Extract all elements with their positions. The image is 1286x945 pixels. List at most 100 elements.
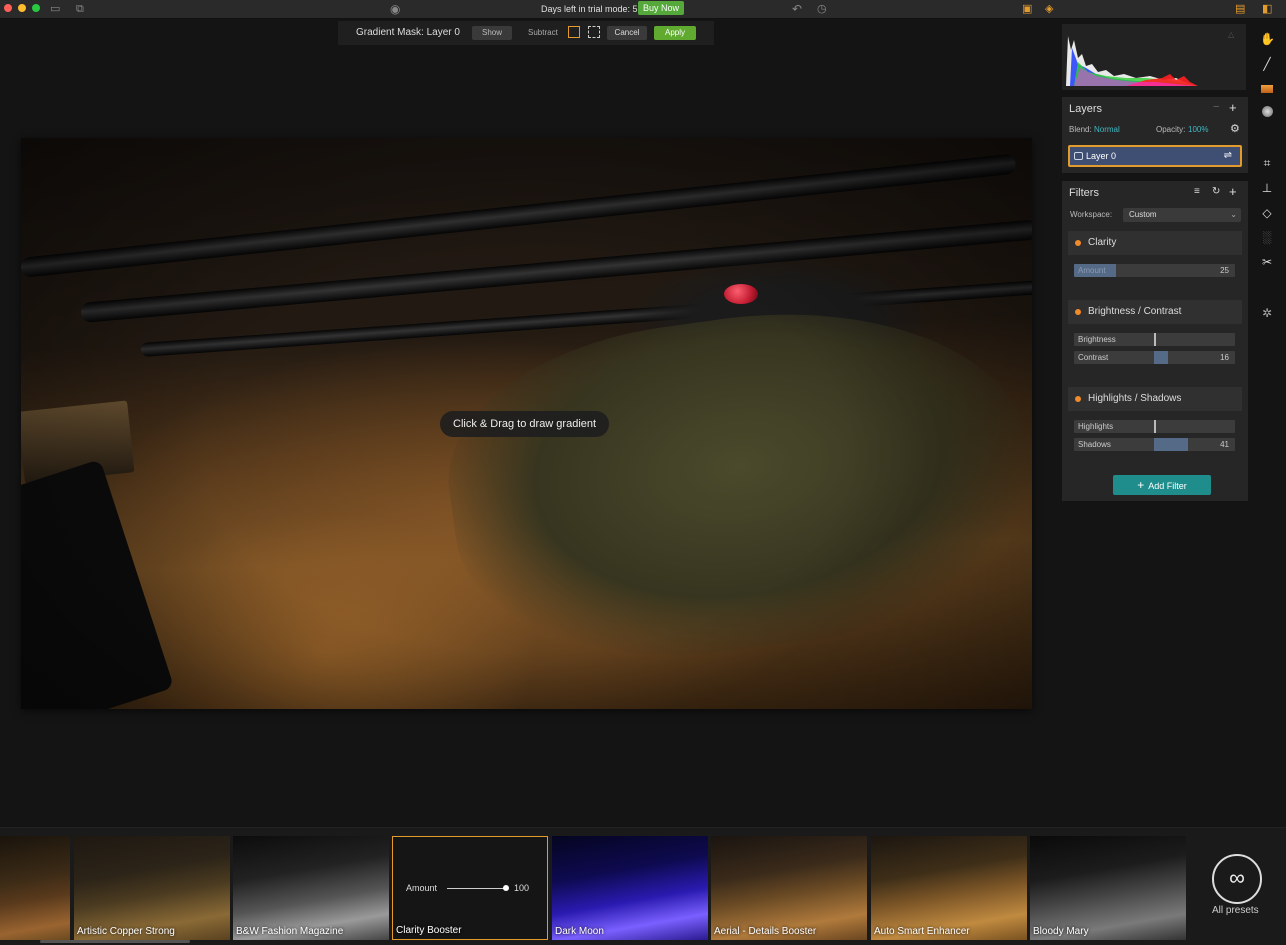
radial-tool-icon[interactable] [1260,106,1274,120]
preset-thumbnail-selected[interactable]: Amount 100 Clarity Booster [392,836,548,940]
subtract-label: Subtract [528,28,558,37]
visibility-eye-icon[interactable] [1074,152,1083,160]
highlights-slider[interactable]: Highlights [1074,420,1235,433]
slider-value: 25 [1220,266,1229,275]
add-filter-label: Add Filter [1148,481,1187,491]
brightness-slider[interactable]: Brightness [1074,333,1235,346]
subtract-mode-icon[interactable] [568,26,580,38]
show-button[interactable]: Show [472,26,512,40]
clipping-warning-icon[interactable]: △ [1228,30,1234,39]
presets-strip: Artistic Copper Strong B&W Fashion Magaz… [0,827,1286,945]
close-icon[interactable] [4,4,12,12]
amount-slider[interactable]: Amount 25 [1074,264,1235,277]
presets-scrollbar[interactable] [40,940,190,943]
workspace-value: Custom [1129,210,1157,219]
slider-label: Brightness [1078,335,1116,344]
undo-icon[interactable]: ↶ [792,3,802,15]
trial-text: Days left in trial mode: 5 [541,4,638,14]
amount-value: 100 [514,883,530,893]
filter-name: Clarity [1088,237,1117,248]
opacity-value[interactable]: 100% [1188,125,1208,134]
texture-tool-icon[interactable]: ░ [1260,230,1274,244]
plus-icon: + [1137,478,1145,492]
all-presets-button[interactable]: ∞ [1212,854,1262,904]
preset-thumbnail[interactable]: Artistic Copper Strong [74,836,230,940]
preset-thumbnail[interactable]: Aerial - Details Booster [711,836,867,940]
mask-adjust-icon[interactable]: ⇌ [1224,150,1232,161]
layer-row[interactable]: Layer 0 ⇌ [1068,145,1242,167]
gear-icon[interactable]: ⚙ [1230,122,1240,135]
open-folder-icon[interactable]: ▭ [50,3,60,15]
preset-thumbnail[interactable] [0,836,70,940]
workspace-label: Workspace: [1070,210,1113,219]
slider-fill [1154,351,1168,364]
filter-enable-dot[interactable] [1075,396,1081,402]
slider-value: 41 [1220,440,1229,449]
cancel-button[interactable]: Cancel [607,26,647,40]
eraser-tool-icon[interactable]: ◇ [1260,206,1274,220]
filters-title: Filters [1069,187,1099,199]
shadows-slider[interactable]: Shadows 41 [1074,438,1235,451]
blend-mode-select[interactable]: Normal [1094,125,1120,134]
gradient-mask-toolbar: Gradient Mask: Layer 0 Show Subtract Can… [338,21,714,45]
slider-handle[interactable] [1154,333,1156,346]
preset-thumbnail[interactable]: Auto Smart Enhancer [871,836,1027,940]
preset-name: Bloody Mary [1033,926,1089,937]
preset-thumbnail[interactable]: B&W Fashion Magazine [233,836,389,940]
add-filter-icon[interactable]: + [1229,184,1237,199]
zoom-icon[interactable] [32,4,40,12]
workspace-select[interactable]: Custom ⌄ [1123,208,1241,222]
filter-list-icon[interactable]: ≡ [1194,186,1200,197]
subtract-dashed-icon[interactable] [588,26,600,38]
filter-brightness-contrast-header[interactable]: Brightness / Contrast [1068,300,1242,324]
preset-thumbnail[interactable]: Dark Moon [552,836,708,940]
buy-now-button[interactable]: Buy Now [638,1,685,15]
extension-icon[interactable]: ✲ [1260,306,1274,320]
add-layer-icon[interactable]: + [1229,100,1237,115]
layout-icon[interactable]: ▤ [1235,3,1245,15]
filter-highlights-shadows-header[interactable]: Highlights / Shadows [1068,387,1242,411]
filter-enable-dot[interactable] [1075,309,1081,315]
slider-label: Shadows [1078,440,1111,449]
hand-tool-icon[interactable]: ✋ [1260,32,1275,46]
clone-stamp-icon[interactable]: ⊥ [1260,181,1274,195]
amount-slider[interactable] [447,888,507,889]
slider-label: Contrast [1078,353,1109,362]
gradient-tool-icon[interactable] [1260,82,1274,96]
image-icon[interactable]: ▣ [1022,3,1032,15]
preset-name: Auto Smart Enhancer [874,926,970,937]
batch-icon[interactable]: ⧉ [76,3,84,15]
amount-slider-handle[interactable] [503,885,509,891]
slider-handle[interactable] [1154,420,1156,433]
add-filter-button[interactable]: + Add Filter [1113,475,1211,495]
title-bar: ▭ ⧉ ◉ Days left in trial mode: 5 Buy Now… [0,0,1286,19]
infinity-icon: ∞ [1229,865,1245,890]
gradient-hint: Click & Drag to draw gradient [440,411,610,437]
history-icon[interactable]: ◷ [817,3,827,15]
apply-button[interactable]: Apply [654,26,696,40]
filter-enable-dot[interactable] [1075,240,1081,246]
refresh-icon[interactable]: ↻ [1212,186,1220,197]
preset-name: B&W Fashion Magazine [236,926,344,937]
opacity-label: Opacity: [1156,125,1186,134]
brush-tool-icon[interactable]: ╱ [1260,57,1274,71]
amount-label: Amount [406,883,438,893]
crop-tool-icon[interactable]: ⌗ [1260,156,1274,170]
remove-layer-icon[interactable]: − [1213,101,1219,113]
sidebar-icon[interactable]: ◧ [1262,3,1272,15]
preview-eye-icon[interactable]: ◉ [390,3,400,15]
preset-name: Aerial - Details Booster [714,926,817,937]
preset-name: Artistic Copper Strong [77,926,175,937]
histogram: △ [1062,24,1246,90]
contrast-slider[interactable]: Contrast 16 [1074,351,1235,364]
filter-clarity-header[interactable]: Clarity [1068,231,1242,255]
layers-icon[interactable]: ◈ [1045,3,1053,15]
layers-title: Layers [1069,103,1103,115]
preset-thumbnail[interactable]: Bloody Mary [1030,836,1186,940]
scissors-icon[interactable]: ✂ [1260,255,1274,269]
slider-fill [1154,438,1188,451]
layer-name: Layer 0 [1086,151,1117,161]
minimize-icon[interactable] [18,4,26,12]
blend-label: Blend: [1069,125,1092,134]
mask-title: Gradient Mask: Layer 0 [356,27,460,38]
